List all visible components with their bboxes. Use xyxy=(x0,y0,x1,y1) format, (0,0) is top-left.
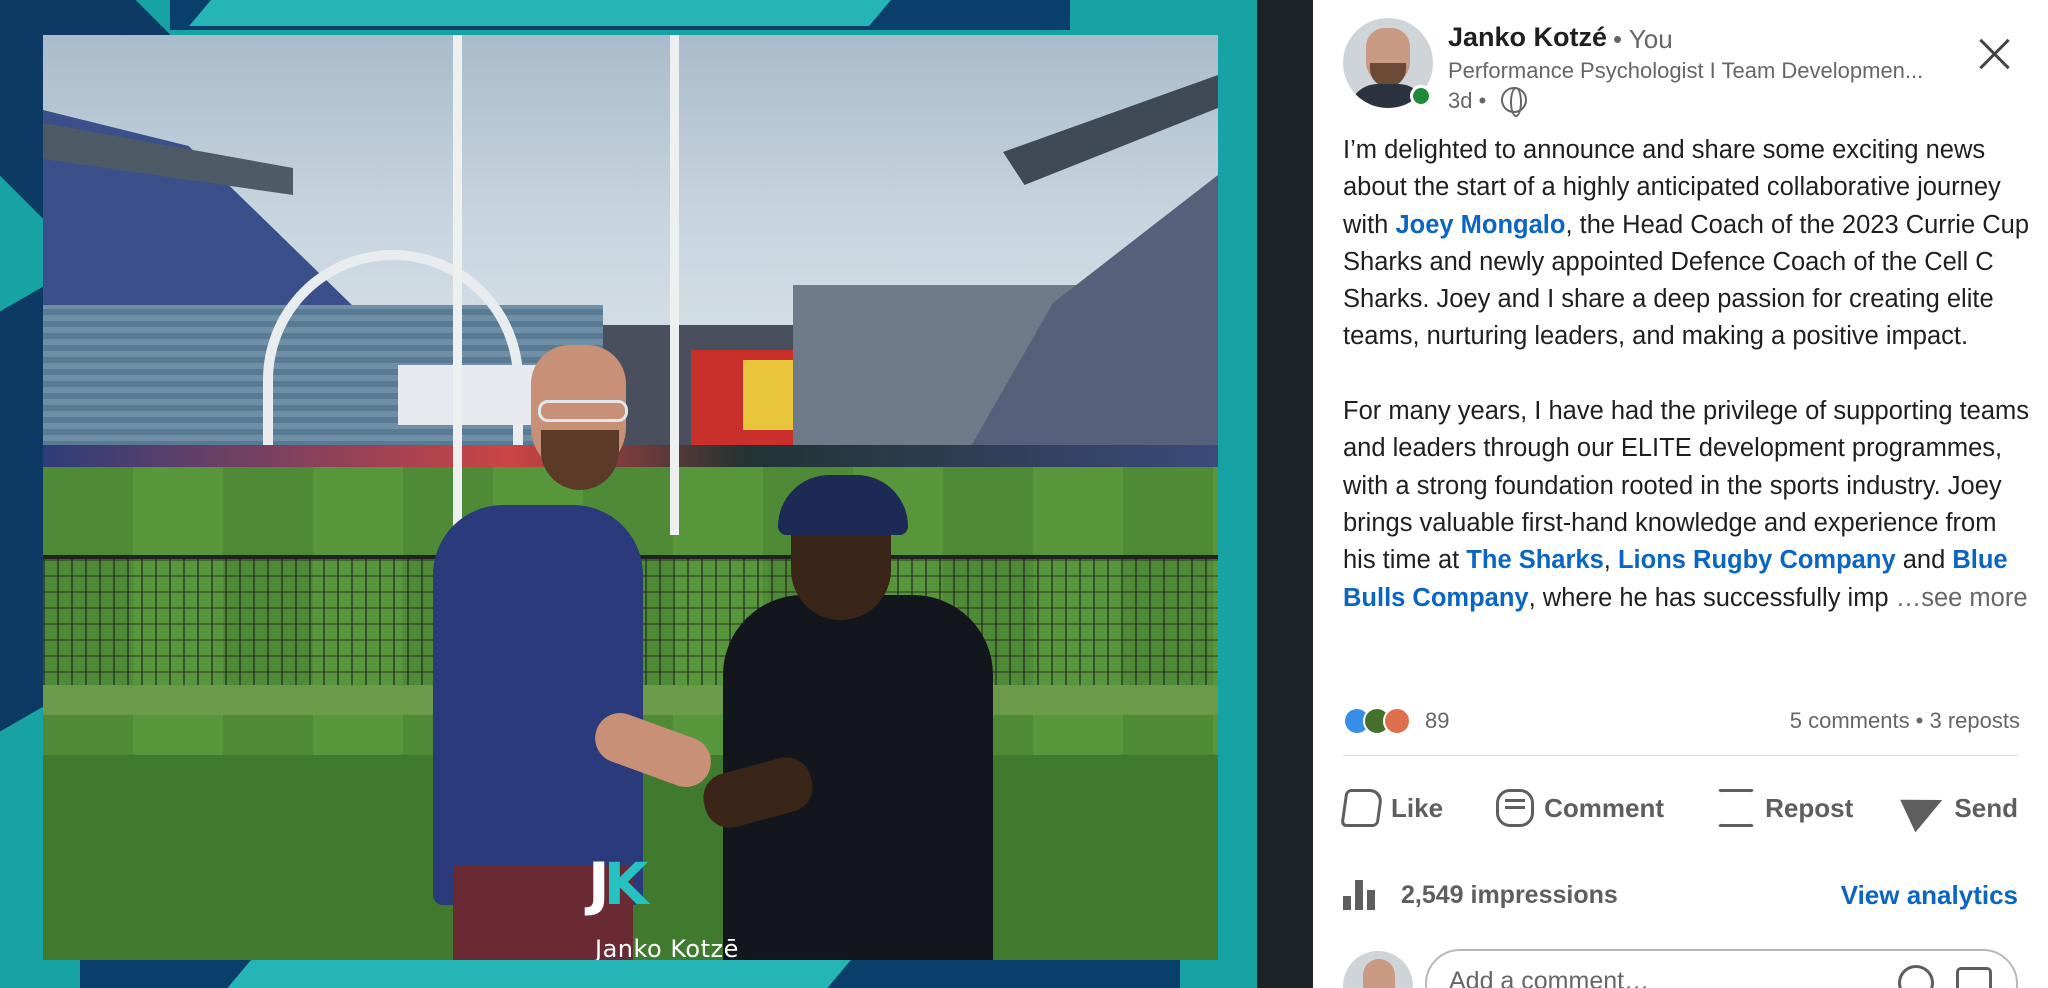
image-icon[interactable] xyxy=(1956,967,1992,988)
mention-the-sharks[interactable]: The Sharks xyxy=(1466,546,1603,574)
photo-billboard xyxy=(743,360,793,430)
frame-decoration xyxy=(227,958,853,988)
action-bar: Like Comment Repost Send xyxy=(1340,780,2018,836)
comment-label: Comment xyxy=(1544,792,1665,823)
comment-button[interactable]: Comment xyxy=(1496,780,1664,836)
emoji-icon[interactable] xyxy=(1898,965,1934,988)
impressions-count: 2,549 impressions xyxy=(1401,880,1618,909)
like-button[interactable]: Like xyxy=(1340,780,1444,836)
mention-lions-rugby[interactable]: Lions Rugby Company xyxy=(1618,546,1896,574)
photo-ad-strip xyxy=(43,445,1218,469)
view-analytics-link[interactable]: View analytics xyxy=(1841,880,2018,911)
author-name[interactable]: Janko Kotzé xyxy=(1448,22,1607,53)
send-label: Send xyxy=(1954,792,2018,823)
post-text: and xyxy=(1895,546,1953,575)
send-icon xyxy=(1900,783,1951,833)
globe-icon xyxy=(1501,87,1527,117)
post-stats: 2,549 impressions View analytics xyxy=(1343,875,2018,915)
comment-input[interactable]: Add a comment… xyxy=(1425,949,2018,988)
post-image-frame: JK Janko Kotzē xyxy=(0,0,1257,988)
mention-joey-mongalo[interactable]: Joey Mongalo xyxy=(1395,211,1565,239)
online-status-dot xyxy=(1410,85,1432,107)
see-more-link[interactable]: …see more xyxy=(1889,584,2028,612)
frame-decoration xyxy=(189,0,891,26)
send-button[interactable]: Send xyxy=(1900,780,2018,836)
post-time: 3d • xyxy=(1448,88,1487,113)
avatar-face xyxy=(1363,959,1395,988)
like-label: Like xyxy=(1391,792,1444,823)
user-avatar xyxy=(1343,951,1413,988)
photo-person-glasses xyxy=(538,400,628,422)
stadium-photo: JK Janko Kotzē xyxy=(43,35,1218,960)
reaction-count: 89 xyxy=(1425,708,1450,733)
image-viewer: JK Janko Kotzē xyxy=(0,0,1313,988)
photo-person-left xyxy=(433,505,643,905)
author-headline: Performance Psychologist I Team Developm… xyxy=(1448,58,1924,83)
author-relation: • You xyxy=(1613,24,1673,54)
post-paragraph: For many years, I have had the privilege… xyxy=(1343,393,2033,617)
photo-billboard xyxy=(398,365,538,425)
thumbs-up-icon xyxy=(1340,789,1384,827)
post-text: , xyxy=(1603,546,1618,575)
comment-icon xyxy=(1496,789,1535,827)
brand-logo-mark: JK xyxy=(588,850,649,918)
comment-composer: Add a comment… xyxy=(1343,945,2018,988)
engagement-counts[interactable]: 5 comments • 3 reposts xyxy=(1790,708,2020,734)
post-body: I’m delighted to announce and share some… xyxy=(1343,132,2033,654)
bar-chart-icon xyxy=(1343,880,1379,910)
repost-button[interactable]: Repost xyxy=(1717,780,1853,836)
repost-icon xyxy=(1717,789,1756,827)
post-text: , where he has successfully imp xyxy=(1528,583,1889,612)
close-icon[interactable] xyxy=(1975,34,2015,74)
love-icon xyxy=(1383,707,1411,735)
photo-goal-post xyxy=(670,35,679,535)
divider xyxy=(1343,755,2018,756)
reactions-summary[interactable]: 89 xyxy=(1343,704,1449,738)
comment-placeholder: Add a comment… xyxy=(1449,967,1650,988)
repost-label: Repost xyxy=(1765,792,1854,823)
post-paragraph: I’m delighted to announce and share some… xyxy=(1343,132,2033,356)
brand-logo-text: Janko Kotzē xyxy=(595,935,739,960)
post-panel: Janko Kotzé • You Performance Psychologi… xyxy=(1313,0,2048,988)
photo-goal-post xyxy=(453,35,462,535)
